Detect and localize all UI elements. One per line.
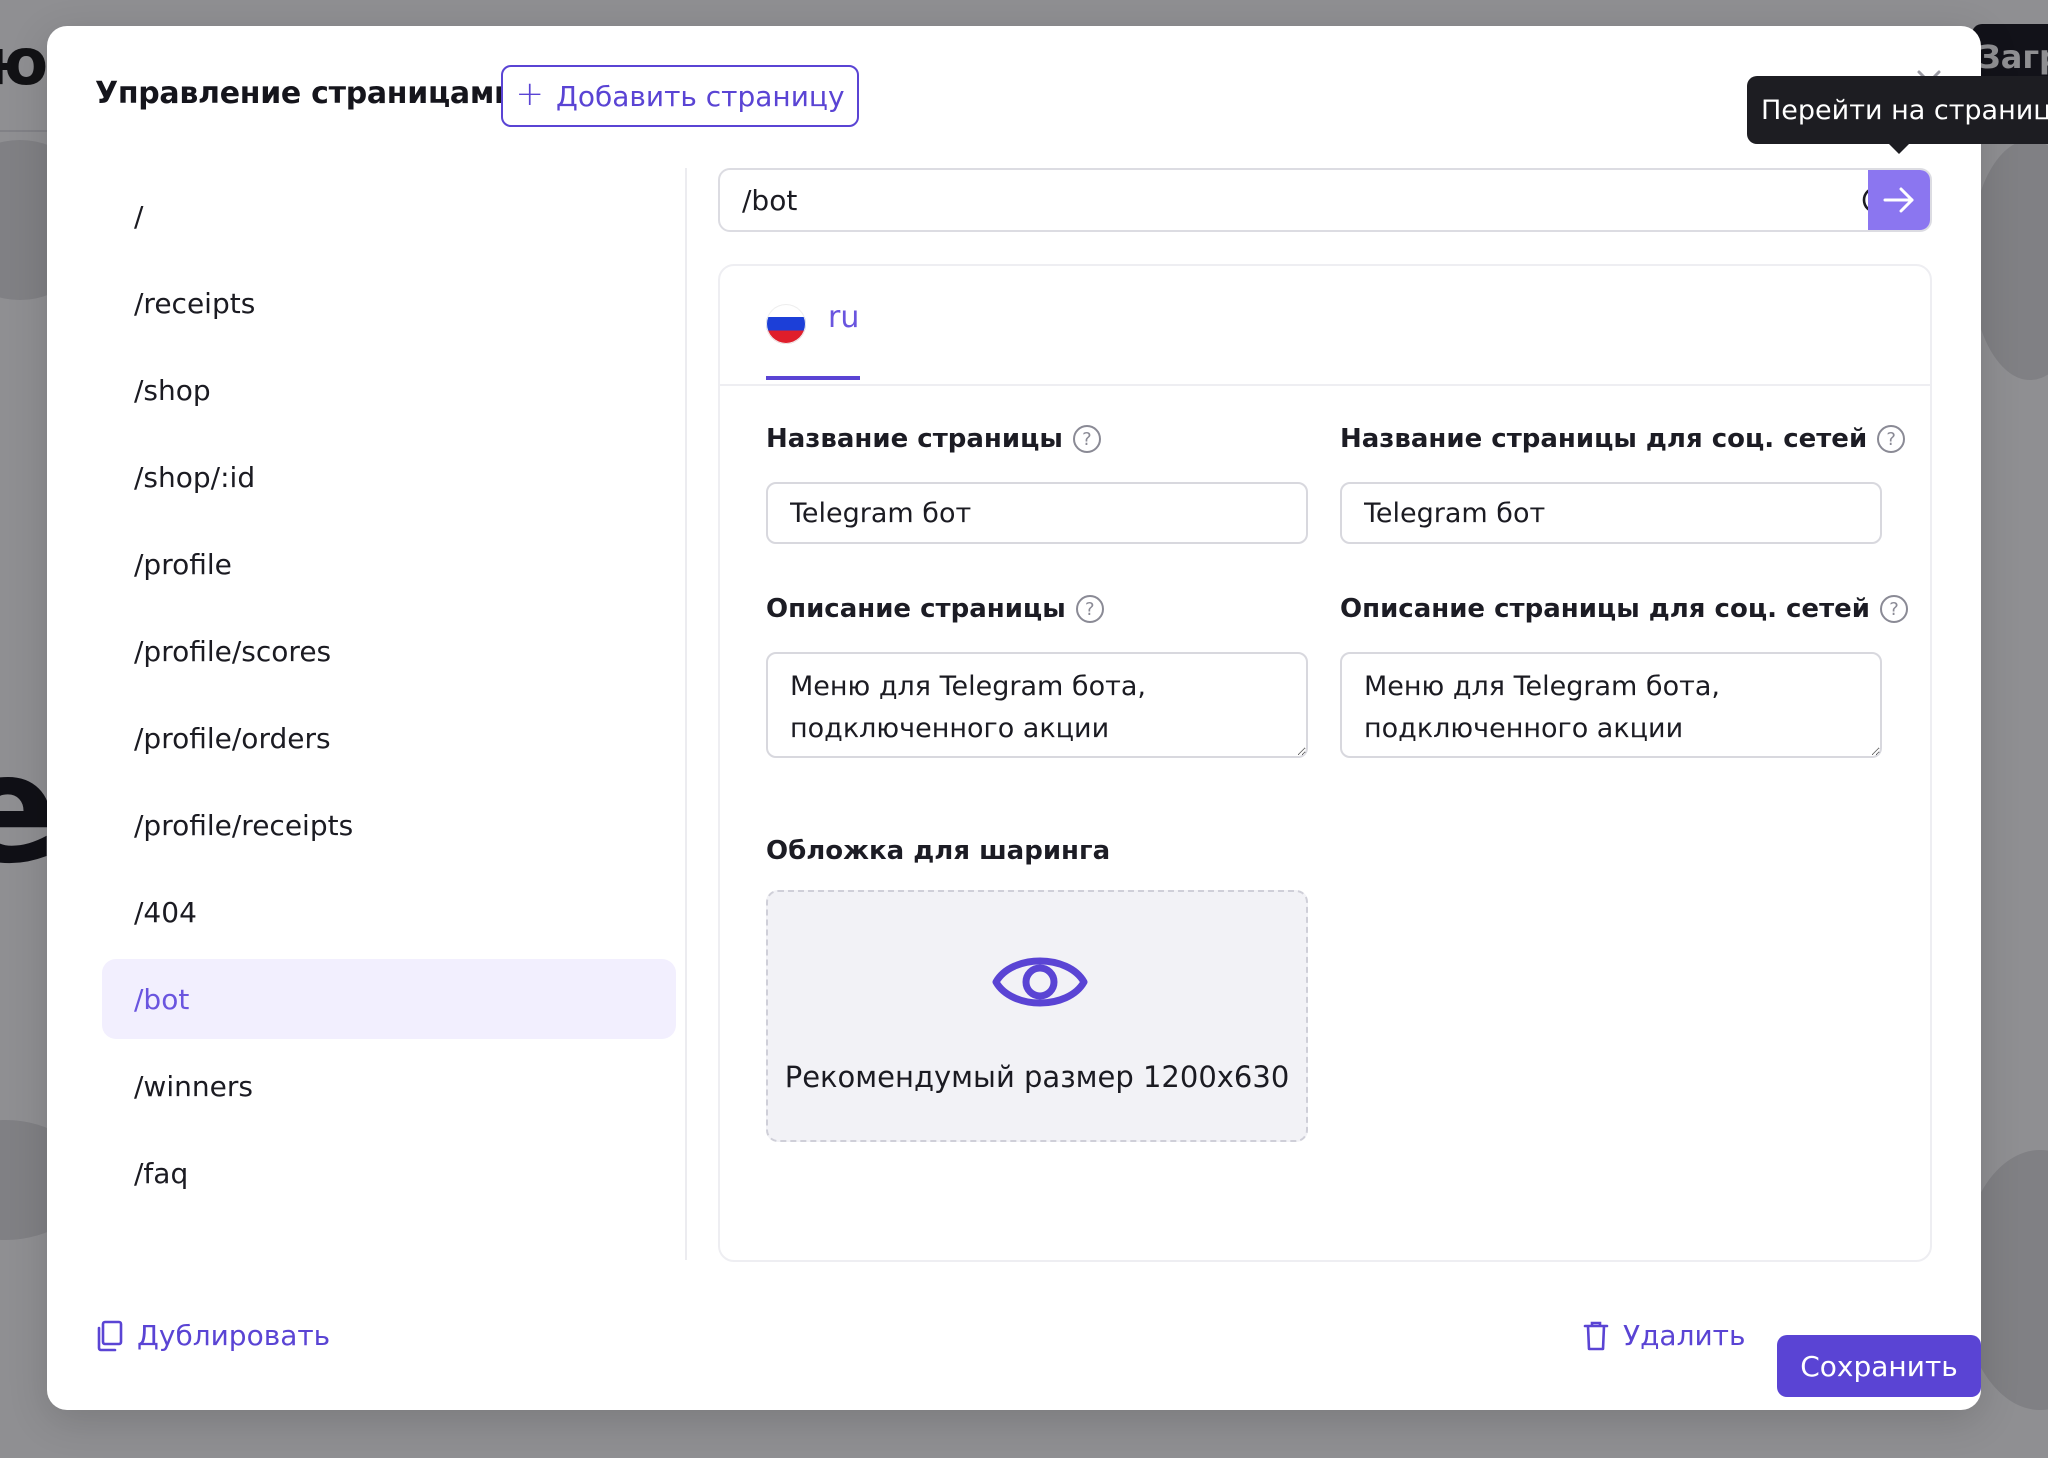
route-item-profile-orders[interactable]: /profile/orders	[102, 698, 676, 778]
cover-upload-dropzone[interactable]: Рекомендумый размер 1200x630	[766, 890, 1308, 1142]
page-title-label: Название страницы ?	[766, 424, 1101, 454]
route-item-404[interactable]: /404	[102, 872, 676, 952]
route-item-faq[interactable]: /faq	[102, 1133, 676, 1213]
copy-icon	[97, 1320, 123, 1351]
cover-label: Обложка для шаринга	[766, 836, 1111, 866]
modal-title: Управление страницами	[95, 76, 515, 111]
tab-language-ru[interactable]: ru	[766, 296, 860, 380]
pages-management-modal: Управление страницами + Добавить страниц…	[47, 26, 1981, 1410]
route-item-shop-id[interactable]: /shop/:id	[102, 437, 676, 517]
route-item-receipts[interactable]: /receipts	[102, 263, 676, 343]
help-icon[interactable]: ?	[1877, 425, 1906, 453]
social-description-textarea[interactable]: Меню для Telegram бота, подключенного ак…	[1340, 652, 1882, 758]
arrow-right-icon	[1883, 187, 1914, 213]
route-item-winners[interactable]: /winners	[102, 1046, 676, 1126]
social-title-label-text: Название страницы для соц. сетей	[1340, 424, 1868, 454]
help-icon[interactable]: ?	[1075, 595, 1104, 623]
panel-divider	[685, 168, 687, 1260]
add-page-label: Добавить страницу	[555, 79, 845, 113]
plus-icon: +	[515, 74, 544, 114]
help-icon[interactable]: ?	[1880, 595, 1908, 623]
page-description-label-text: Описание страницы	[766, 594, 1066, 624]
duplicate-button[interactable]: Дублировать	[97, 1319, 330, 1352]
russia-flag-icon	[766, 304, 806, 344]
social-title-input[interactable]	[1340, 482, 1882, 544]
cover-size-hint: Рекомендумый размер 1200x630	[784, 1060, 1290, 1094]
page-description-label: Описание страницы ?	[766, 594, 1104, 624]
route-item-profile[interactable]: /profile	[102, 524, 676, 604]
duplicate-label: Дублировать	[137, 1319, 331, 1352]
route-item-profile-scores[interactable]: /profile/scores	[102, 611, 676, 691]
delete-button[interactable]: Удалить	[1583, 1319, 1746, 1352]
add-page-button[interactable]: + Добавить страницу	[501, 65, 859, 127]
delete-label: Удалить	[1623, 1319, 1746, 1352]
route-list: / /receipts /shop /shop/:id /profile /pr…	[102, 176, 676, 1220]
save-button[interactable]: Сохранить	[1777, 1335, 1981, 1397]
trash-icon	[1583, 1321, 1609, 1350]
route-item-root[interactable]: /	[102, 176, 676, 256]
social-description-label-text: Описание страницы для соц. сетей	[1340, 594, 1870, 624]
language-code: ru	[828, 300, 860, 335]
page-description-textarea[interactable]: Меню для Telegram бота, подключенного ак…	[766, 652, 1308, 758]
page-title-label-text: Название страницы	[766, 424, 1063, 454]
page-title-input[interactable]	[766, 482, 1308, 544]
route-item-profile-receipts[interactable]: /profile/receipts	[102, 785, 676, 865]
social-title-label: Название страницы для соц. сетей ?	[1340, 424, 1906, 454]
eye-icon	[992, 957, 1088, 1007]
route-item-bot[interactable]: /bot	[102, 959, 676, 1039]
route-item-shop[interactable]: /shop	[102, 350, 676, 430]
url-bar	[718, 168, 1932, 232]
url-input[interactable]	[720, 170, 1820, 230]
go-to-page-button[interactable]	[1868, 170, 1930, 230]
social-description-label: Описание страницы для соц. сетей ?	[1340, 594, 1908, 624]
go-to-page-tooltip: Перейти на страницу	[1747, 76, 2048, 154]
tabs-divider	[720, 384, 1930, 386]
help-icon[interactable]: ?	[1072, 425, 1101, 453]
page-settings-card: ru Название страницы ? Название страницы…	[718, 264, 1932, 1262]
